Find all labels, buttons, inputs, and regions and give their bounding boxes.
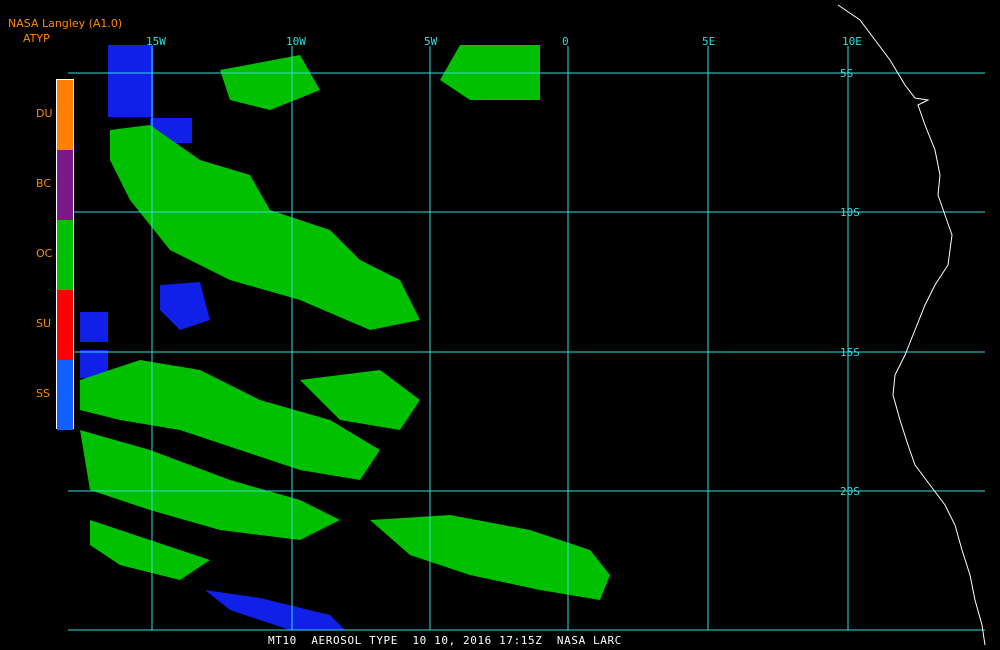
organic-carbon-area xyxy=(110,125,420,330)
latitude-label: 20S xyxy=(840,485,860,498)
aerosol-regions xyxy=(80,45,610,630)
latitude-label: 10S xyxy=(840,206,860,219)
sea-salt-patch xyxy=(108,45,153,117)
sea-salt-patch xyxy=(160,282,210,330)
legend-label-du: DU xyxy=(36,107,53,120)
longitude-label: 5E xyxy=(702,35,715,48)
legend-label-ss: SS xyxy=(36,387,50,400)
sea-salt-patch xyxy=(80,312,108,342)
organic-carbon-area xyxy=(220,55,320,110)
legend-swatch-su xyxy=(57,290,73,360)
organic-carbon-area xyxy=(90,520,210,580)
longitude-label: 15W xyxy=(146,35,166,48)
longitude-label: 5W xyxy=(424,35,438,48)
sea-salt-patch xyxy=(205,590,345,630)
aerosol-map: 15W 10W 5W 0 5E 10E 5S 10S 15S 20S xyxy=(68,4,986,646)
latitude-label: 15S xyxy=(840,346,860,359)
legend-label-bc: BC xyxy=(36,177,52,190)
aerosol-type-legend xyxy=(56,79,74,430)
longitude-label: 10W xyxy=(286,35,306,48)
coastline xyxy=(837,4,986,646)
legend-swatch-du xyxy=(57,80,73,150)
footer-caption: MT10 AEROSOL TYPE 10 10, 2016 17:15Z NAS… xyxy=(268,634,622,647)
legend-swatch-bc xyxy=(57,150,73,220)
legend-swatch-oc xyxy=(57,220,73,290)
longitude-label: 0 xyxy=(562,35,569,48)
legend-swatch-ss xyxy=(57,360,73,430)
legend-label-oc: OC xyxy=(36,247,53,260)
latitude-label: 5S xyxy=(840,67,853,80)
organic-carbon-area xyxy=(370,515,610,600)
legend-label-su: SU xyxy=(36,317,52,330)
longitude-label: 10E xyxy=(842,35,862,48)
